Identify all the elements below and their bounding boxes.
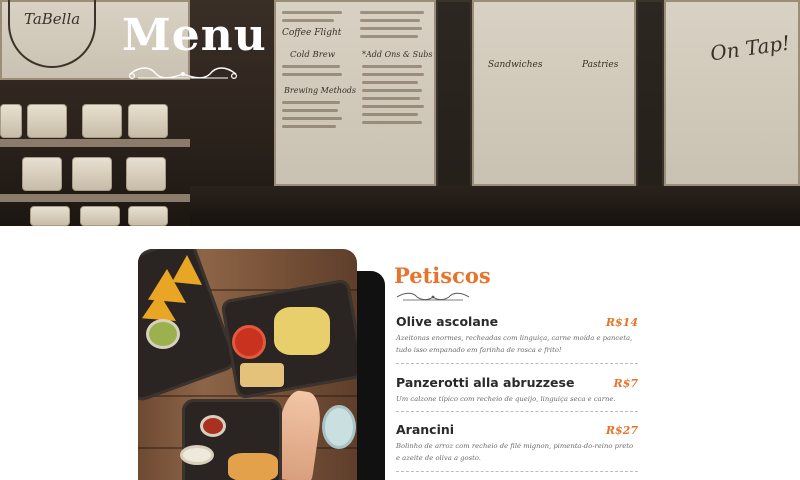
jar (82, 104, 122, 138)
board-heading: Brewing Methods (284, 86, 356, 95)
salad-food (274, 307, 330, 355)
jar (0, 104, 22, 138)
jar (72, 157, 112, 191)
menu-item[interactable]: Olive ascolane R$14 Azeitonas enormes, r… (396, 312, 638, 364)
food-photo (138, 249, 357, 480)
jar (80, 206, 120, 226)
menu-item-header: Arancini R$27 (396, 422, 638, 437)
board-heading: *Add Ons & Subs (362, 50, 433, 59)
section-title: Petiscos (394, 263, 491, 288)
jar (22, 157, 62, 191)
menu-item-name: Arancini (396, 422, 455, 437)
menu-item-price: R$7 (613, 377, 638, 390)
menu-item-price: R$14 (605, 316, 638, 329)
jar (128, 104, 168, 138)
hero-banner: TaBella Coffee Flight Cold Brew Brewing … (0, 0, 800, 226)
menu-item-name: Olive ascolane (396, 314, 499, 329)
board-lines (362, 60, 428, 129)
board-lines (282, 6, 352, 27)
guacamole-bowl (146, 319, 180, 349)
section-ornament-icon (396, 292, 470, 301)
jar (30, 206, 70, 226)
board-lines (282, 96, 346, 133)
toast-food (240, 363, 284, 387)
board-lines (282, 60, 346, 81)
page-title: Menu (122, 10, 267, 61)
menu-item-list: Olive ascolane R$14 Azeitonas enormes, r… (396, 312, 638, 472)
menu-item-header: Olive ascolane R$14 (396, 314, 638, 329)
menu-item[interactable]: Panzerotti alla abruzzese R$7 Um calzone… (396, 364, 638, 412)
logo-text: TaBella (24, 10, 81, 28)
drinks-menu-board: Coffee Flight Cold Brew Brewing Methods … (274, 0, 436, 186)
menu-item-header: Panzerotti alla abruzzese R$7 (396, 375, 638, 390)
on-tap-board: On Tap! (664, 0, 800, 186)
board-heading: Coffee Flight (282, 28, 342, 38)
sauce-bowl (200, 415, 226, 437)
board-heading: Cold Brew (290, 50, 336, 60)
menu-item-description: Um calzone típico com recheio de queijo,… (396, 395, 616, 403)
menu-item-description: Azeitonas enormes, recheadas com linguiç… (396, 334, 633, 354)
shelf (0, 139, 190, 147)
menu-item-name: Panzerotti alla abruzzese (396, 375, 575, 390)
counter (190, 186, 800, 226)
menu-item-description: Bolinho de arroz com recheio de filé mig… (396, 442, 634, 462)
jar (126, 157, 166, 191)
fries-food (228, 453, 278, 480)
tomato-slice (232, 325, 266, 359)
dip-bowl (180, 445, 214, 465)
shelf (0, 194, 190, 202)
on-tap-label: On Tap! (708, 30, 792, 66)
sandwiches-label: Sandwiches (488, 60, 543, 70)
pastries-label: Pastries (582, 60, 619, 70)
menu-item-price: R$27 (605, 424, 638, 437)
jar (27, 104, 67, 138)
menu-item[interactable]: Arancini R$27 Bolinho de arroz com reche… (396, 412, 638, 472)
title-ornament-icon (128, 67, 237, 80)
sandwiches-board: Sandwiches Pastries (472, 0, 636, 186)
board-lines (360, 6, 426, 43)
glass (322, 405, 356, 449)
jar (128, 206, 168, 226)
